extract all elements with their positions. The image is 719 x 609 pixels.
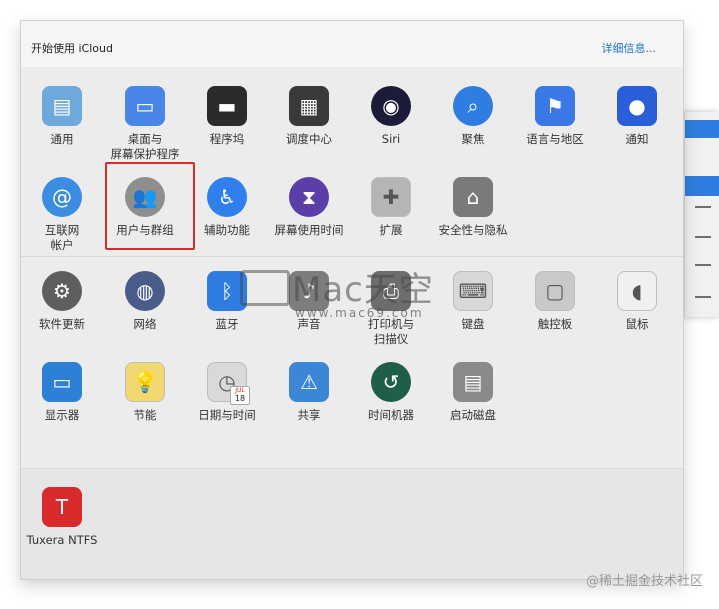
background-window-mark [695,296,711,298]
other-section: T Tuxera NTFS [21,469,683,579]
details-link[interactable]: 详细信息... [602,40,657,56]
pane-security-label: 安全性与隐私 [438,223,508,237]
background-window-strip [685,120,719,138]
printers-scanners-icon: ⎙ [371,271,411,311]
pane-desktop-label: 桌面与 屏幕保护程序 [110,132,180,161]
background-window-mark [695,206,711,208]
time-machine-icon: ↺ [371,362,411,402]
pane-mission-control-label: 调度中心 [286,132,332,146]
accessibility-icon: ♿ [207,177,247,217]
security-privacy-icon: ⌂ [453,177,493,217]
pane-time-machine-label: 时间机器 [368,408,414,422]
mission-control-icon: ▦ [289,86,329,126]
pane-trackpad-label: 触控板 [537,317,573,331]
background-window-mark [695,264,711,266]
credit-watermark: @稀土掘金技术社区 [585,574,703,589]
background-window-strip [685,176,719,196]
energy-saver-icon: 💡 [125,362,165,402]
keyboard-icon: ⌨ [453,271,493,311]
mouse-icon: ◖ [617,271,657,311]
system-preferences-window: 开始使用 iCloud 详细信息... ▤ 通用 ▭ 桌面与 屏幕保护程序 ▬ 程序坞 ▦ 调… [20,20,684,580]
pane-tuxera-label: Tuxera NTFS [26,533,98,547]
pane-energy-saver-label: 节能 [133,408,157,422]
pane-date-time-label: 日期与时间 [198,408,256,422]
hardware-section: ⚙ 软件更新 ◍ 网络 ᛒ 蓝牙 ♪ 声音 ⎙ 打印机与 扫描仪 ⌨ 键盘 ▢ 触控板 ◖ 鼠标 ▭ 显示器 💡 节… [21,257,683,469]
tuxera-icon: T [42,487,82,527]
calendar-day: 18 [234,394,246,403]
pane-network-label: 网络 [133,317,157,331]
personal-section: ▤ 通用 ▭ 桌面与 屏幕保护程序 ▬ 程序坞 ▦ 调度中心 ◉ Siri ⌕ 聚焦 ⚑ 语言与地区 ● 通知… [21,67,683,257]
pane-notifications-label: 通知 [625,132,649,146]
pane-displays-label: 显示器 [44,408,80,422]
internet-accounts-icon: @ [42,177,82,217]
spotlight-icon: ⌕ [453,86,493,126]
pane-bluetooth-label: 蓝牙 [215,317,239,331]
calendar-badge: JUL 18 [230,386,250,405]
extensions-icon: ✚ [371,177,411,217]
pane-accessibility-label: 辅助功能 [204,223,250,237]
background-window [684,112,719,317]
selection-highlight [105,162,195,250]
pane-language-label: 语言与地区 [526,132,584,146]
pane-software-update-label: 软件更新 [39,317,85,331]
pane-internet-accounts-label: 互联网 帐户 [44,223,80,252]
dock-icon: ▬ [207,86,247,126]
sharing-icon: ⚠ [289,362,329,402]
icloud-banner: 开始使用 iCloud 详细信息... [21,21,683,68]
pane-startup-disk-label: 启动磁盘 [450,408,496,422]
date-time-icon: ◷ JUL 18 [207,362,250,405]
pane-siri-label: Siri [381,132,401,146]
siri-icon: ◉ [371,86,411,126]
icloud-banner-title: 开始使用 iCloud [31,42,113,55]
pane-sound-label: 声音 [297,317,321,331]
pane-spotlight-label: 聚焦 [461,132,485,146]
trackpad-icon: ▢ [535,271,575,311]
pane-printers-label: 打印机与 扫描仪 [368,317,414,346]
sound-icon: ♪ [289,271,329,311]
background-window-mark [695,236,711,238]
general-icon: ▤ [42,86,82,126]
pane-keyboard-label: 键盘 [461,317,485,331]
notifications-icon: ● [617,86,657,126]
pane-mouse-label: 鼠标 [625,317,649,331]
pane-general-label: 通用 [50,132,74,146]
bluetooth-icon: ᛒ [207,271,247,311]
desktop-screensaver-icon: ▭ [125,86,165,126]
network-icon: ◍ [125,271,165,311]
screen-time-icon: ⧗ [289,177,329,217]
pane-extensions-label: 扩展 [379,223,403,237]
calendar-month: JUL [235,387,245,394]
displays-icon: ▭ [42,362,82,402]
software-update-icon: ⚙ [42,271,82,311]
pane-sharing-label: 共享 [297,408,321,422]
language-region-icon: ⚑ [535,86,575,126]
startup-disk-icon: ▤ [453,362,493,402]
pane-screen-time-label: 屏幕使用时间 [274,223,344,237]
pane-dock-label: 程序坞 [209,132,245,146]
